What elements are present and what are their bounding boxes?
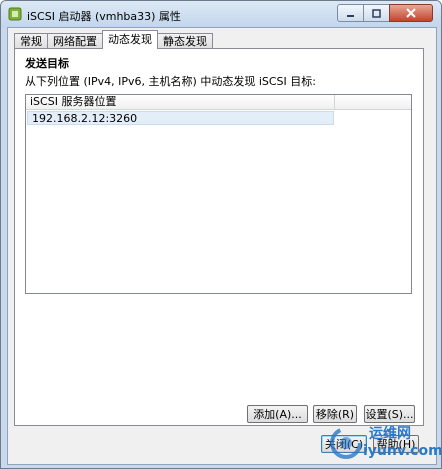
server-list[interactable]: iSCSI 服务器位置 192.168.2.12:3260	[25, 94, 412, 294]
remove-button[interactable]: 移除(R)	[313, 405, 357, 423]
maximize-button[interactable]	[363, 4, 390, 22]
list-header: iSCSI 服务器位置	[26, 95, 411, 110]
settings-button[interactable]: 设置(S)...	[364, 405, 415, 423]
add-button[interactable]: 添加(A)...	[247, 405, 308, 423]
title-bar[interactable]: iSCSI 启动器 (vmhba33) 属性	[1, 1, 441, 27]
tab-static-discovery[interactable]: 静态发现	[157, 33, 213, 49]
list-item[interactable]: 192.168.2.12:3260	[27, 111, 334, 125]
minimize-button[interactable]	[337, 4, 364, 22]
dynamic-discovery-panel: 发送目标 从下列位置 (IPv4, IPv6, 主机名称) 中动态发现 iSCS…	[14, 48, 424, 426]
column-header-empty	[335, 95, 411, 109]
close-icon	[406, 8, 416, 18]
minimize-icon	[347, 14, 354, 17]
tab-dynamic-discovery[interactable]: 动态发现	[102, 30, 158, 49]
window-controls	[337, 4, 433, 22]
window-title: iSCSI 启动器 (vmhba33) 属性	[27, 10, 181, 23]
close-window-button[interactable]	[389, 4, 433, 22]
dialog-window: iSCSI 启动器 (vmhba33) 属性 常规 网络配置 动态发现 静态发现…	[0, 0, 442, 469]
tab-general[interactable]: 常规	[14, 33, 48, 49]
tab-strip: 常规 网络配置 动态发现 静态发现	[14, 30, 213, 49]
vsphere-app-icon	[8, 7, 22, 21]
column-header-server-location[interactable]: iSCSI 服务器位置	[26, 95, 335, 109]
tab-network-config[interactable]: 网络配置	[47, 33, 103, 49]
close-button[interactable]: 关闭(C)	[321, 435, 367, 453]
group-title: 发送目标	[25, 57, 69, 70]
dialog-client: 常规 网络配置 动态发现 静态发现 发送目标 从下列位置 (IPv4, IPv6…	[7, 27, 437, 465]
help-button[interactable]: 帮助(H)	[373, 435, 419, 453]
description-text: 从下列位置 (IPv4, IPv6, 主机名称) 中动态发现 iSCSI 目标:	[25, 75, 316, 88]
maximize-icon	[372, 8, 381, 18]
